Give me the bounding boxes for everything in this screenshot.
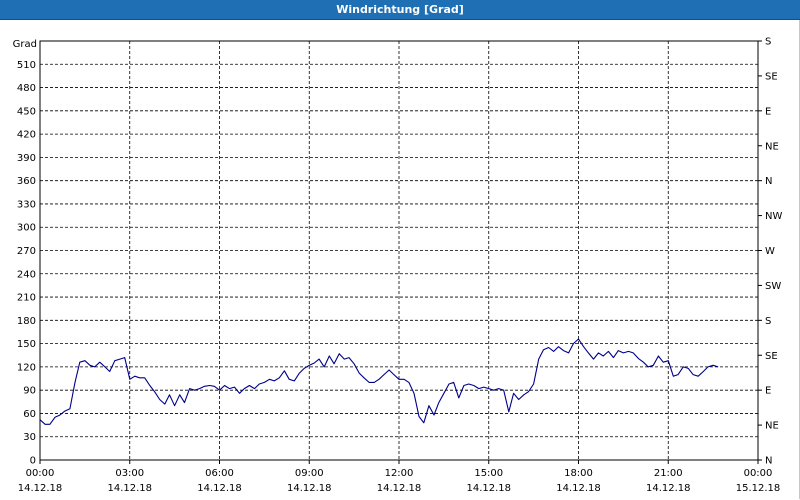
y2-tick-label: N [765, 176, 772, 187]
x-tick-date: 14.12.18 [197, 483, 242, 494]
x-tick-date: 14.12.18 [107, 483, 152, 494]
y2-tick-label: NW [765, 211, 782, 222]
y-tick-label: 510 [17, 60, 36, 71]
x-tick-date: 14.12.18 [377, 483, 422, 494]
x-tick-date: 14.12.18 [466, 483, 511, 494]
y-tick-label: 360 [17, 176, 36, 187]
x-tick-date: 14.12.18 [556, 483, 601, 494]
x-tick-date: 14.12.18 [287, 483, 332, 494]
y2-tick-label: N [765, 456, 772, 467]
x-tick-date: 14.12.18 [18, 483, 63, 494]
y2-tick-label: E [765, 106, 771, 117]
x-tick-time: 09:00 [295, 468, 324, 479]
y-tick-label: 60 [23, 409, 36, 420]
y-tick-label: 300 [17, 223, 36, 234]
y2-tick-label: SW [765, 281, 781, 292]
y2-tick-label: S [765, 37, 771, 48]
y-axis-label: Grad [13, 39, 37, 50]
x-tick-time: 21:00 [654, 468, 683, 479]
y-tick-label: 480 [17, 83, 36, 94]
x-tick-time: 12:00 [385, 468, 414, 479]
y-tick-label: 270 [17, 246, 36, 257]
y-tick-label: 240 [17, 269, 36, 280]
x-tick-time: 00:00 [26, 468, 55, 479]
y-tick-label: 30 [23, 432, 36, 443]
y-tick-label: 450 [17, 106, 36, 117]
chart-frame: 0 30 60 90 120 150 180 210 240 270 300 330 360 390 420… [0, 20, 800, 499]
wind-direction-chart: 0 30 60 90 120 150 180 210 240 270 300 330 360 390 420… [13, 37, 783, 495]
y2-tick-label: SE [765, 71, 778, 82]
x-tick-time: 00:00 [744, 468, 773, 479]
chart-title-bar: Windrichtung [Grad] [0, 0, 800, 20]
y2-tick-label: S [765, 316, 771, 327]
y-tick-label: 90 [23, 386, 36, 397]
x-tick-time: 18:00 [564, 468, 593, 479]
x-tick-time: 15:00 [474, 468, 503, 479]
y-tick-label: 390 [17, 153, 36, 164]
y-tick-label: 180 [17, 316, 36, 327]
x-tick-date: 14.12.18 [646, 483, 691, 494]
y2-tick-label: E [765, 386, 771, 397]
y-tick-label: 120 [17, 362, 36, 373]
y2-tick-label: W [765, 246, 775, 257]
x-tick-date: 15.12.18 [736, 483, 781, 494]
y-tick-label: 420 [17, 130, 36, 141]
y2-tick-label: NE [765, 421, 779, 432]
chart-title: Windrichtung [Grad] [336, 3, 464, 16]
x-tick-time: 03:00 [115, 468, 144, 479]
y2-tick-label: SE [765, 351, 778, 362]
y-tick-label: 0 [30, 456, 36, 467]
series-line [39, 338, 719, 425]
y-tick-label: 330 [17, 199, 36, 210]
x-tick-time: 06:00 [205, 468, 234, 479]
y-tick-label: 150 [17, 339, 36, 350]
y-tick-label: 210 [17, 293, 36, 304]
y2-tick-label: NE [765, 141, 779, 152]
